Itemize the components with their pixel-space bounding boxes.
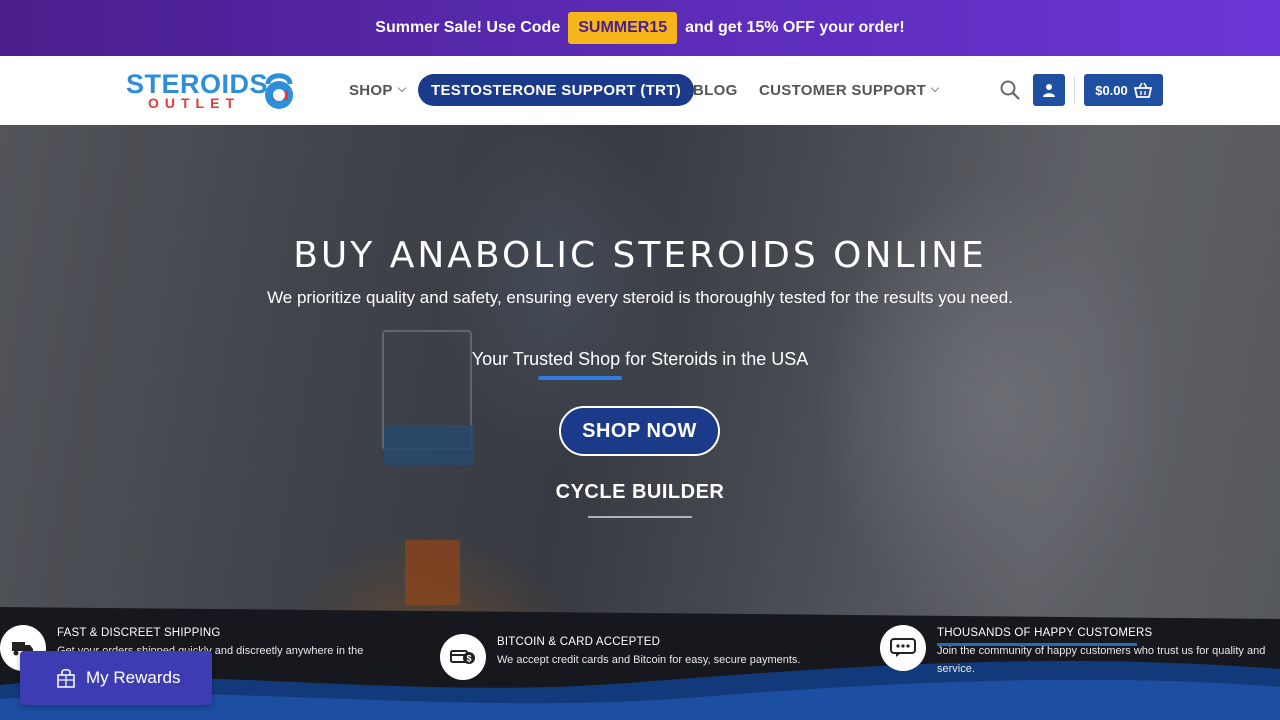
chevron-down-icon — [930, 83, 940, 93]
promo-code: SUMMER15 — [568, 12, 678, 44]
feature-description: Join the community of happy customers wh… — [937, 645, 1266, 675]
feature-description: We accept credit cards and Bitcoin for e… — [497, 654, 801, 666]
payment-icon: $ — [440, 634, 486, 680]
logo-text-top: STEROIDS — [126, 69, 269, 99]
svg-text:$: $ — [466, 654, 471, 664]
account-button[interactable] — [1033, 74, 1065, 106]
my-rewards-label: My Rewards — [86, 668, 181, 687]
nav-blog[interactable]: BLOG — [693, 74, 738, 106]
site-logo[interactable]: STEROIDS OUTLET — [126, 70, 298, 112]
nav-trt[interactable]: TESTOSTERONE SUPPORT (TRT) — [418, 74, 695, 106]
logo-text-bottom: OUTLET — [148, 95, 240, 111]
cart-button[interactable]: $0.00 — [1084, 74, 1163, 106]
feature-title-underline — [937, 643, 1137, 646]
nav-shop[interactable]: SHOP — [349, 74, 406, 106]
hero-subtitle: We prioritize quality and safety, ensuri… — [267, 288, 1013, 307]
promo-text-before: Summer Sale! Use Code — [375, 19, 561, 36]
promo-bar: Summer Sale! Use Code SUMMER15 and get 1… — [0, 0, 1280, 56]
kettlebell-logo-icon — [265, 73, 293, 109]
nav-shop-label: SHOP — [349, 81, 393, 99]
cycle-builder-underline — [588, 516, 692, 518]
cycle-builder-link[interactable]: CYCLE BUILDER — [0, 481, 1280, 504]
basket-icon — [1133, 82, 1152, 98]
feature-title: FAST & DISCREET SHIPPING — [57, 627, 221, 639]
user-icon — [1043, 84, 1055, 97]
site-header: STEROIDS OUTLET SHOP TESTOSTERONE SUPPOR… — [0, 56, 1280, 125]
gift-bag-icon — [57, 669, 75, 688]
search-icon[interactable] — [1000, 80, 1020, 100]
nav-support-label: CUSTOMER SUPPORT — [759, 81, 927, 99]
header-divider — [1074, 76, 1075, 104]
nav-trt-label: TESTOSTERONE SUPPORT (TRT) — [431, 81, 682, 99]
promo-text-after: and get 15% OFF your order! — [685, 19, 905, 36]
chat-icon — [880, 625, 926, 671]
hero-tagline: Your Trusted Shop for Steroids in the US… — [471, 349, 809, 369]
hero-title: BUY ANABOLIC STEROIDS ONLINE — [293, 235, 987, 276]
feature-title: THOUSANDS OF HAPPY CUSTOMERS — [937, 627, 1153, 639]
shop-now-button[interactable]: SHOP NOW — [559, 406, 720, 456]
feature-title: BITCOIN & CARD ACCEPTED — [497, 636, 661, 648]
nav-blog-label: BLOG — [693, 81, 738, 99]
nav-customer-support[interactable]: CUSTOMER SUPPORT — [759, 74, 940, 106]
my-rewards-button[interactable]: My Rewards — [20, 651, 212, 705]
chevron-down-icon — [397, 83, 406, 93]
cart-total: $0.00 — [1095, 82, 1128, 98]
tagline-underline — [538, 376, 622, 380]
